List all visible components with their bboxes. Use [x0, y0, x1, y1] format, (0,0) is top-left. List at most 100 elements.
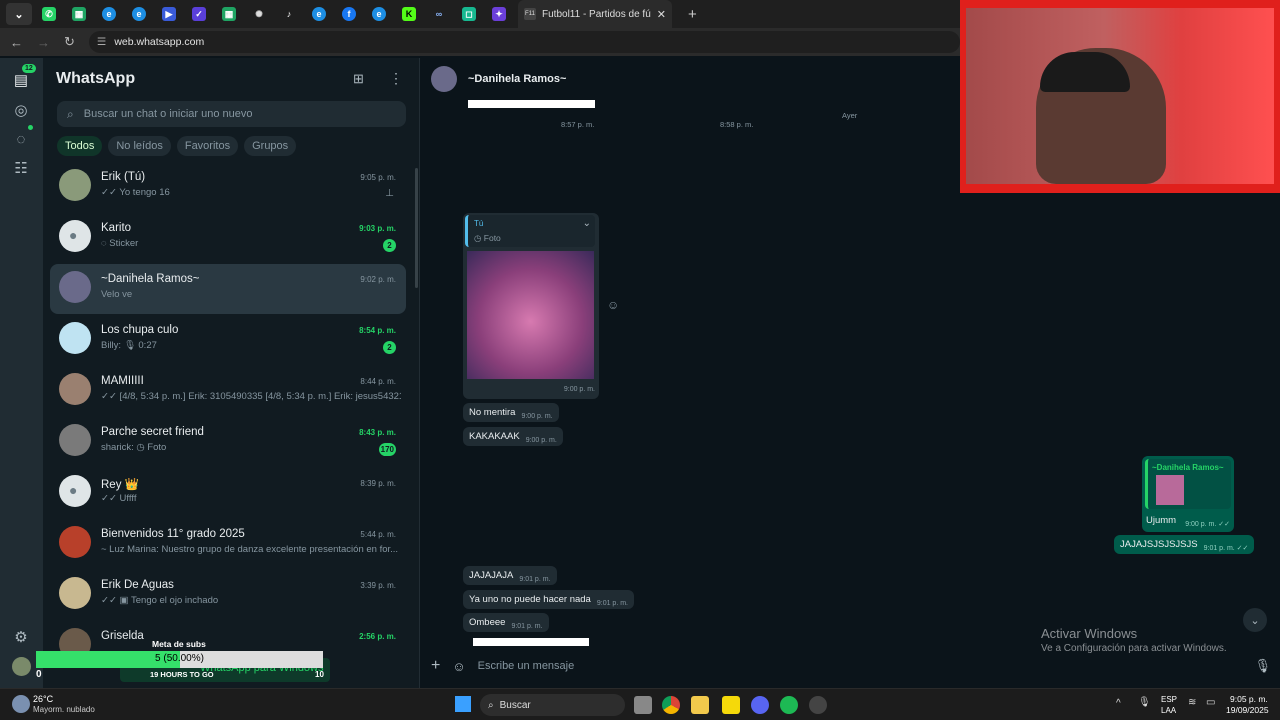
tab-sync[interactable]: ∞: [426, 3, 452, 25]
site-info-icon[interactable]: ☰: [97, 36, 106, 48]
chat-search[interactable]: ⌕ Buscar un chat o iniciar uno nuevo: [57, 101, 406, 127]
conversation-header[interactable]: ~Danihela Ramos~: [421, 58, 961, 100]
reload-icon[interactable]: ↻: [64, 34, 75, 50]
language-code[interactable]: ESP: [1161, 695, 1177, 704]
incoming-message[interactable]: Ombeee 9:01 p. m.: [463, 613, 549, 632]
tab-edge-2[interactable]: e: [126, 3, 152, 25]
start-button[interactable]: [455, 696, 471, 712]
outgoing-reply-message[interactable]: ~Danihela Ramos~ Ujumm 9:00 p. m. ✓✓: [1142, 456, 1234, 532]
tab-list-button[interactable]: ⌄: [6, 3, 32, 25]
active-tab[interactable]: F11 Futbol11 - Partidos de fútbol de ✕: [518, 0, 672, 28]
tab-edge-3[interactable]: e: [306, 3, 332, 25]
tab-whatsapp[interactable]: ✆: [36, 3, 62, 25]
tab-kick[interactable]: K: [396, 3, 422, 25]
tab-video[interactable]: ▶: [156, 3, 182, 25]
status-icon[interactable]: ◎: [11, 100, 31, 120]
contact-avatar[interactable]: [431, 66, 457, 92]
back-icon[interactable]: ←: [10, 35, 23, 50]
spotify-icon[interactable]: [780, 696, 798, 714]
openai-icon: ✺: [255, 8, 263, 19]
tab-edge-4[interactable]: e: [366, 3, 392, 25]
tab-cheat[interactable]: ✦: [486, 3, 512, 25]
url-field[interactable]: ☰ web.whatsapp.com: [88, 31, 960, 53]
chat-row[interactable]: ● Karito ◌ Sticker 9:03 p. m. 2: [50, 213, 406, 263]
sticky-notes-icon[interactable]: [722, 696, 740, 714]
profile-avatar[interactable]: [12, 657, 31, 676]
obs-icon[interactable]: [809, 696, 827, 714]
chat-row[interactable]: Los chupa culo Billy: 🎙 0:27 8:54 p. m. …: [50, 315, 406, 365]
chat-row[interactable]: Erik (Tú) ✓✓ Yo tengo 16 9:05 p. m. ⊥: [50, 162, 406, 212]
discord-icon[interactable]: [751, 696, 769, 714]
wifi-icon[interactable]: ≋: [1188, 697, 1196, 708]
communities-icon[interactable]: ☷: [11, 158, 31, 178]
chat-row[interactable]: Bienvenidos 11° grado 2025 ~ Luz Marina:…: [50, 519, 406, 569]
chat-row-selected[interactable]: ~Danihela Ramos~ Velo ve 9:02 p. m.: [50, 264, 406, 314]
weather-icon[interactable]: [12, 695, 30, 713]
tab-facebook[interactable]: f: [336, 3, 362, 25]
file-explorer-icon[interactable]: [691, 696, 709, 714]
outgoing-message[interactable]: JAJAJSJSJSJSJS 9:01 p. m. ✓✓: [1114, 535, 1255, 554]
mic-icon[interactable]: 🎙: [1254, 658, 1271, 674]
incoming-message[interactable]: Ya uno no puede hacer nada 9:01 p. m.: [463, 590, 634, 609]
tab-sheets[interactable]: ▦: [66, 3, 92, 25]
chats-icon[interactable]: ▤: [11, 70, 31, 90]
filter-favorites[interactable]: Favoritos: [176, 136, 239, 156]
chevron-down-icon[interactable]: ⌄: [583, 218, 591, 229]
attach-icon[interactable]: +: [431, 657, 440, 675]
channels-dot: [28, 125, 33, 130]
chat-time: 9:03 p. m.: [359, 224, 396, 233]
chat-row[interactable]: ● Rey 👑 ✓✓ Uffff 8:39 p. m.: [50, 468, 406, 518]
clock-time[interactable]: 9:05 p. m.: [1230, 694, 1268, 704]
filter-unread[interactable]: No leídos: [108, 136, 171, 156]
chat-time: 8:54 p. m.: [359, 326, 396, 335]
avatar: [59, 271, 91, 303]
new-tab-button[interactable]: +: [688, 6, 697, 23]
scroll-down-button[interactable]: ⌄: [1243, 608, 1267, 632]
channels-icon[interactable]: ◌: [11, 129, 31, 149]
chat-name: Erik (Tú): [101, 171, 146, 183]
tab-edge-1[interactable]: e: [96, 3, 122, 25]
chat-time: 2:56 p. m.: [359, 632, 396, 641]
avatar: ●: [59, 220, 91, 252]
tray-mic-icon[interactable]: 🎙: [1138, 697, 1151, 708]
tab-shield[interactable]: ✓: [186, 3, 212, 25]
emoji-react-icon[interactable]: ☺: [607, 298, 619, 312]
menu-icon[interactable]: ⋮: [389, 70, 403, 87]
chat-row[interactable]: Erik De Aguas ✓✓ ▣ Tengo el ojo inchado …: [50, 570, 406, 620]
battery-icon[interactable]: ▭: [1206, 697, 1215, 708]
edge-icon: e: [312, 7, 326, 21]
close-tab-icon[interactable]: ✕: [657, 8, 666, 21]
taskbar-search[interactable]: ⌕ Buscar: [480, 694, 625, 716]
photo-message[interactable]: Tú ◷ Foto ⌄ 9:00 p. m.: [463, 213, 599, 399]
message-text: JAJAJAJA: [469, 570, 514, 581]
tab-openai[interactable]: ✺: [246, 3, 272, 25]
tab-sheets-2[interactable]: ▦: [216, 3, 242, 25]
chat-row[interactable]: MAMIIIII ✓✓ [4/8, 5:34 p. m.] Erik: 3105…: [50, 366, 406, 416]
tab-tiktok[interactable]: ♪: [276, 3, 302, 25]
chat-preview: ~ Luz Marina: Nuestro grupo de danza exc…: [101, 544, 399, 555]
chat-row[interactable]: Parche secret friend sharick: ◷ Foto 8:4…: [50, 417, 406, 467]
incoming-message[interactable]: JAJAJAJA 9:01 p. m.: [463, 566, 557, 585]
task-view-icon[interactable]: [634, 696, 652, 714]
tab-app[interactable]: ◻: [456, 3, 482, 25]
filter-all[interactable]: Todos: [57, 136, 103, 156]
forward-icon[interactable]: →: [37, 35, 50, 50]
filter-groups[interactable]: Grupos: [244, 136, 297, 156]
reply-quote[interactable]: Tú ◷ Foto ⌄: [465, 215, 595, 247]
tray-chevron-icon[interactable]: ^: [1116, 698, 1121, 709]
incoming-message[interactable]: No mentira 9:00 p. m.: [463, 403, 559, 422]
chat-name: Parche secret friend: [101, 426, 204, 438]
scrollbar[interactable]: [415, 168, 418, 288]
goal-max: 10: [315, 670, 324, 679]
reply-quote[interactable]: ~Danihela Ramos~: [1145, 459, 1231, 509]
incoming-message[interactable]: KAKAKAAK 9:00 p. m.: [463, 427, 563, 446]
new-chat-icon[interactable]: ⊞: [353, 71, 364, 87]
message-input[interactable]: Escribe un mensaje: [478, 660, 1243, 672]
shield-icon: ✓: [192, 7, 206, 21]
reply-author: ~Danihela Ramos~: [1152, 463, 1224, 472]
chrome-icon[interactable]: [662, 696, 680, 714]
sticker-icon[interactable]: ☺: [452, 659, 465, 674]
message-text: Ujumm: [1146, 515, 1177, 526]
settings-icon[interactable]: ⚙: [11, 627, 31, 647]
photo-thumbnail[interactable]: [467, 251, 594, 379]
